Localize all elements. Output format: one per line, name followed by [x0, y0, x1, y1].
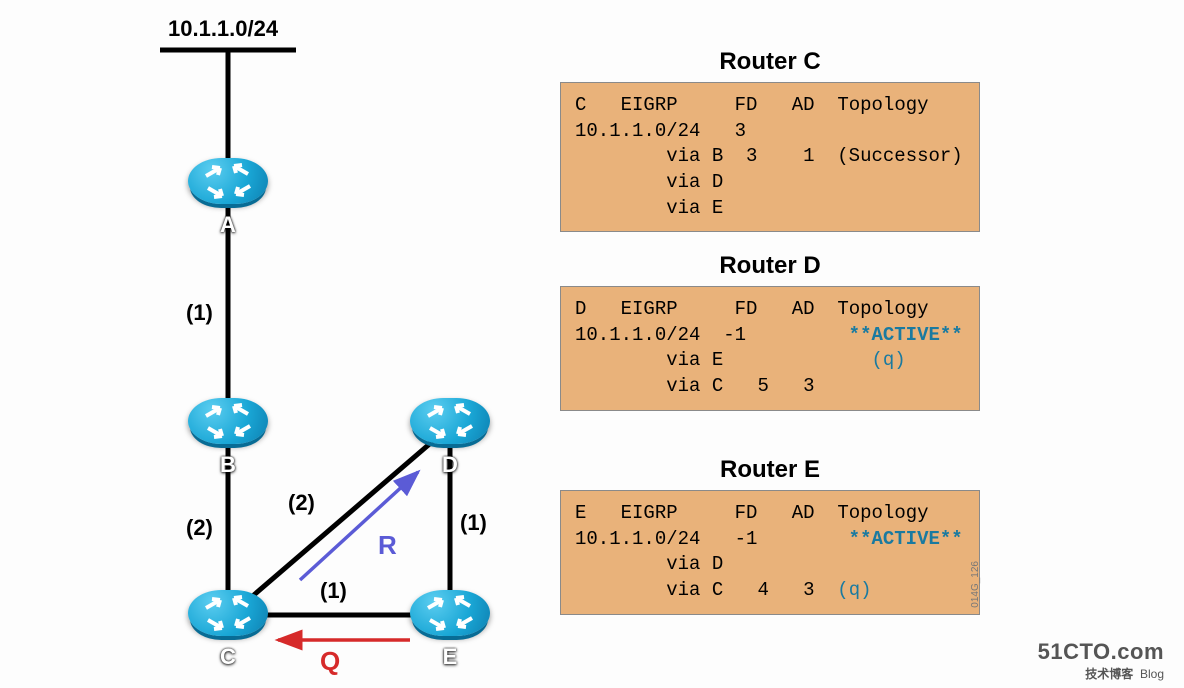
router-d-title: Router D	[560, 252, 980, 280]
network-prefix: 10.1.1.0/24	[168, 16, 278, 42]
router-D-label: D	[442, 452, 458, 478]
router-C: C	[188, 590, 268, 636]
router-c-title: Router C	[560, 48, 980, 76]
router-D: D	[410, 398, 490, 444]
router-c-body: C EIGRP FD AD Topology 10.1.1.0/24 3 via…	[560, 82, 980, 232]
router-A-label: A	[220, 212, 236, 238]
watermark-tagline: 技术博客	[1085, 667, 1133, 681]
cost-D-E: (1)	[460, 510, 487, 536]
router-B: B	[188, 398, 268, 444]
router-e-table: Router E E EIGRP FD AD Topology 10.1.1.0…	[560, 456, 980, 615]
router-e-body: E EIGRP FD AD Topology 10.1.1.0/24 -1 **…	[560, 490, 980, 615]
watermark: 51CTO.com 技术博客 Blog	[1038, 639, 1164, 682]
router-d-table: Router D D EIGRP FD AD Topology 10.1.1.0…	[560, 252, 980, 411]
router-E: E	[410, 590, 490, 636]
router-B-label: B	[220, 452, 236, 478]
router-c-table: Router C C EIGRP FD AD Topology 10.1.1.0…	[560, 48, 980, 232]
cost-B-C: (2)	[186, 515, 213, 541]
flow-Q-label: Q	[320, 646, 340, 677]
flow-R-arrow	[300, 472, 418, 580]
flow-R-label: R	[378, 530, 397, 561]
watermark-site: 51CTO.com	[1038, 639, 1164, 665]
router-A: A	[188, 158, 268, 204]
cost-A-B: (1)	[186, 300, 213, 326]
cost-C-E: (1)	[320, 578, 347, 604]
router-e-title: Router E	[560, 456, 980, 484]
watermark-tag2: Blog	[1140, 667, 1164, 681]
router-C-label: C	[220, 644, 236, 670]
cost-C-D: (2)	[288, 490, 315, 516]
slide-code: 014G_126	[970, 561, 981, 608]
router-E-label: E	[443, 644, 458, 670]
router-d-body: D EIGRP FD AD Topology 10.1.1.0/24 -1 **…	[560, 286, 980, 411]
